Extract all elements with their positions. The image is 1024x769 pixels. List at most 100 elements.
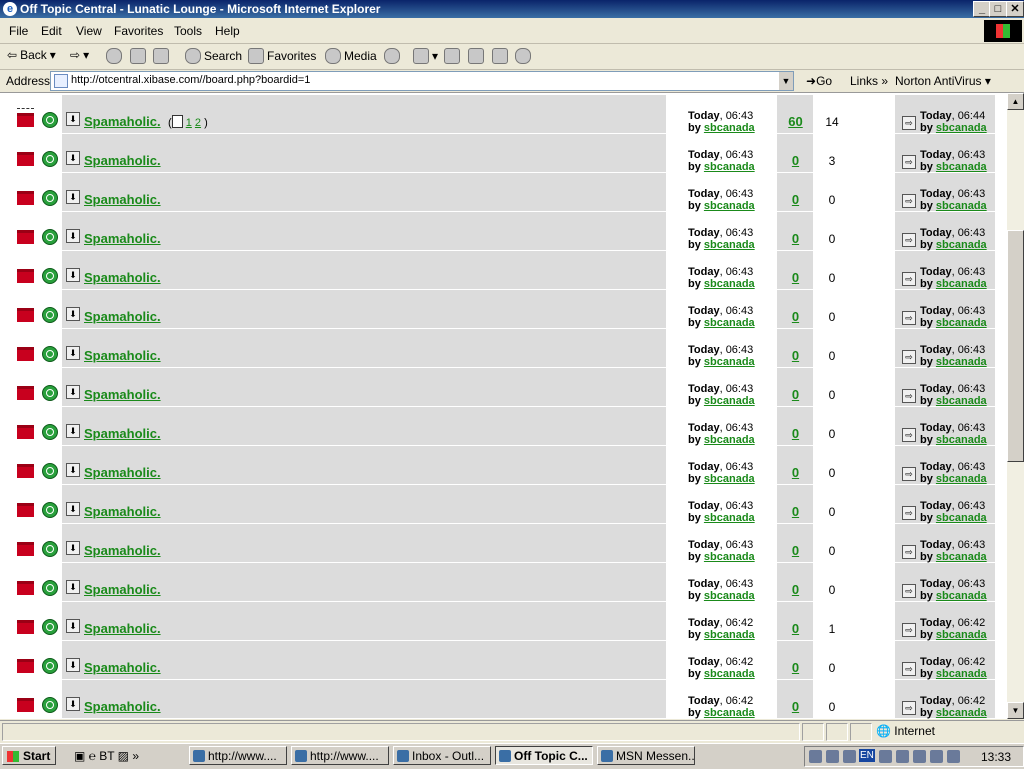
forward-button[interactable]: ⇨ ▾ — [70, 48, 89, 62]
thread-title-link[interactable]: Spamaholic. — [84, 348, 161, 363]
author-link[interactable]: sbcanada — [704, 551, 755, 563]
address-input[interactable]: http://otcentral.xibase.com//board.php?b… — [50, 71, 794, 91]
thread-title-link[interactable]: Spamaholic. — [84, 387, 161, 402]
thread-title-link[interactable]: Spamaholic. — [84, 309, 161, 324]
last-post-icon[interactable]: ⇨ — [902, 155, 916, 169]
close-button[interactable]: ✕ — [1006, 1, 1024, 17]
thread-arrow-icon[interactable]: ⬇ — [66, 268, 80, 282]
replies-count[interactable]: 0 — [778, 621, 813, 636]
taskbar-item[interactable]: MSN Messen... — [597, 746, 695, 765]
search-button[interactable]: Search — [185, 48, 242, 64]
start-button[interactable]: Start — [2, 746, 56, 765]
mail-button[interactable]: ▾ — [413, 48, 438, 64]
last-poster-link[interactable]: sbcanada — [936, 551, 987, 563]
history-button[interactable] — [384, 48, 400, 64]
thread-title-link[interactable]: Spamaholic. — [84, 426, 161, 441]
replies-count[interactable]: 0 — [778, 231, 813, 246]
author-link[interactable]: sbcanada — [704, 356, 755, 368]
thread-arrow-icon[interactable]: ⬇ — [66, 151, 80, 165]
taskbar-item[interactable]: http://www.... — [291, 746, 389, 765]
last-poster-link[interactable]: sbcanada — [936, 317, 987, 329]
last-poster-link[interactable]: sbcanada — [936, 629, 987, 641]
thread-title-link[interactable]: Spamaholic. — [84, 114, 161, 129]
scroll-thumb[interactable] — [1007, 230, 1024, 462]
thread-arrow-icon[interactable]: ⬇ — [66, 619, 80, 633]
replies-count[interactable]: 0 — [778, 192, 813, 207]
thread-title-link[interactable]: Spamaholic. — [84, 504, 161, 519]
last-post-icon[interactable]: ⇨ — [902, 233, 916, 247]
last-post-icon[interactable]: ⇨ — [902, 116, 916, 130]
last-post-icon[interactable]: ⇨ — [902, 428, 916, 442]
thread-title-link[interactable]: Spamaholic. — [84, 660, 161, 675]
scroll-down-button[interactable]: ▼ — [1007, 702, 1024, 719]
address-dropdown-button[interactable]: ▼ — [779, 72, 793, 90]
last-poster-link[interactable]: sbcanada — [936, 161, 987, 173]
last-post-icon[interactable]: ⇨ — [902, 311, 916, 325]
media-button[interactable]: Media — [325, 48, 377, 64]
tray-icon[interactable] — [826, 750, 839, 763]
author-link[interactable]: sbcanada — [704, 512, 755, 524]
menu-file[interactable]: File — [9, 24, 28, 38]
replies-count[interactable]: 0 — [778, 426, 813, 441]
thread-title-link[interactable]: Spamaholic. — [84, 270, 161, 285]
title-bar[interactable]: e Off Topic Central - Lunatic Lounge - M… — [0, 0, 1024, 18]
menu-view[interactable]: View — [76, 24, 102, 38]
last-post-icon[interactable]: ⇨ — [902, 701, 916, 715]
address-url[interactable]: http://otcentral.xibase.com//board.php?b… — [71, 74, 310, 86]
last-poster-link[interactable]: sbcanada — [936, 239, 987, 251]
last-post-icon[interactable]: ⇨ — [902, 389, 916, 403]
author-link[interactable]: sbcanada — [704, 317, 755, 329]
thread-arrow-icon[interactable]: ⬇ — [66, 424, 80, 438]
last-poster-link[interactable]: sbcanada — [936, 278, 987, 290]
author-link[interactable]: sbcanada — [704, 629, 755, 641]
last-poster-link[interactable]: sbcanada — [936, 434, 987, 446]
stop-button[interactable] — [106, 48, 122, 64]
menu-edit[interactable]: Edit — [41, 24, 62, 38]
replies-count[interactable]: 0 — [778, 660, 813, 675]
replies-count[interactable]: 0 — [778, 270, 813, 285]
author-link[interactable]: sbcanada — [704, 161, 755, 173]
home-button[interactable] — [153, 48, 169, 64]
tray-icon[interactable] — [930, 750, 943, 763]
author-link[interactable]: sbcanada — [704, 434, 755, 446]
thread-title-link[interactable]: Spamaholic. — [84, 699, 161, 714]
thread-title-link[interactable]: Spamaholic. — [84, 192, 161, 207]
last-poster-link[interactable]: sbcanada — [936, 356, 987, 368]
discuss-button[interactable] — [492, 48, 508, 64]
thread-arrow-icon[interactable]: ⬇ — [66, 190, 80, 204]
thread-title-link[interactable]: Spamaholic. — [84, 621, 161, 636]
last-poster-link[interactable]: sbcanada — [936, 395, 987, 407]
tray-icon[interactable] — [843, 750, 856, 763]
taskbar-item[interactable]: Inbox - Outl... — [393, 746, 491, 765]
thread-arrow-icon[interactable]: ⬇ — [66, 541, 80, 555]
maximize-button[interactable]: □ — [989, 1, 1007, 17]
replies-count[interactable]: 0 — [778, 504, 813, 519]
author-link[interactable]: sbcanada — [704, 239, 755, 251]
thread-arrow-icon[interactable]: ⬇ — [66, 112, 80, 126]
last-poster-link[interactable]: sbcanada — [936, 590, 987, 602]
quick-launch[interactable]: ▣ ℮ BT ▨ » — [74, 749, 139, 763]
tray-icon[interactable] — [809, 750, 822, 763]
thread-arrow-icon[interactable]: ⬇ — [66, 580, 80, 594]
menu-tools[interactable]: Tools — [174, 24, 202, 38]
author-link[interactable]: sbcanada — [704, 590, 755, 602]
last-post-icon[interactable]: ⇨ — [902, 350, 916, 364]
last-post-icon[interactable]: ⇨ — [902, 545, 916, 559]
replies-count[interactable]: 60 — [778, 114, 813, 129]
thread-title-link[interactable]: Spamaholic. — [84, 465, 161, 480]
replies-count[interactable]: 0 — [778, 348, 813, 363]
thread-arrow-icon[interactable]: ⬇ — [66, 307, 80, 321]
last-poster-link[interactable]: sbcanada — [936, 122, 987, 134]
last-poster-link[interactable]: sbcanada — [936, 668, 987, 680]
language-indicator[interactable]: EN — [859, 749, 875, 762]
edit-button[interactable] — [468, 48, 484, 64]
thread-title-link[interactable]: Spamaholic. — [84, 153, 161, 168]
vertical-scrollbar[interactable]: ▲ ▼ — [1007, 93, 1024, 719]
back-button[interactable]: ⇦ Back ▾ — [7, 48, 56, 62]
tray-icon[interactable] — [896, 750, 909, 763]
tray-icon[interactable] — [913, 750, 926, 763]
thread-arrow-icon[interactable]: ⬇ — [66, 385, 80, 399]
go-button[interactable]: ➜Go — [806, 74, 832, 88]
favorites-button[interactable]: Favorites — [248, 48, 316, 64]
norton-antivirus-button[interactable]: Norton AntiVirus ▾ — [895, 74, 991, 88]
